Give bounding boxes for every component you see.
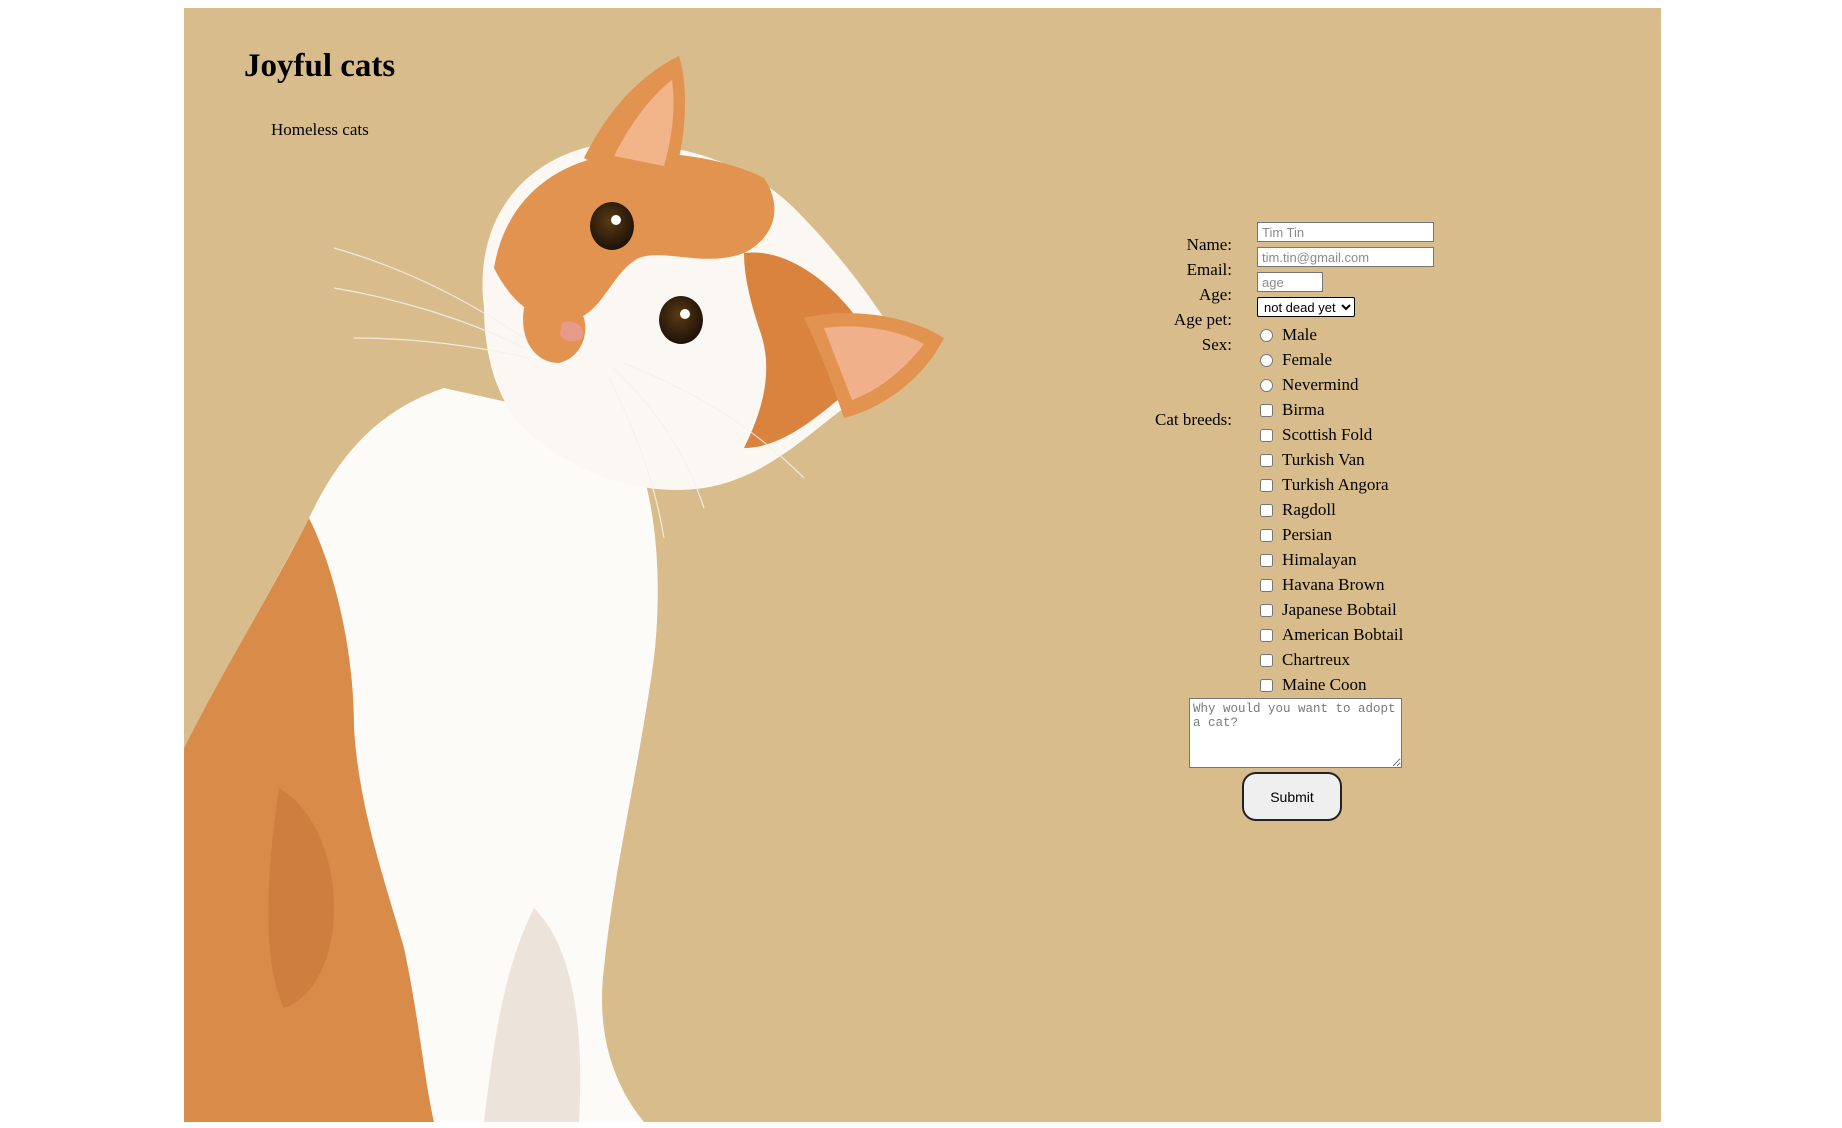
page-subtitle: Homeless cats [271, 120, 369, 139]
email-input[interactable] [1257, 247, 1434, 267]
breed-option[interactable]: American Bobtail [1260, 625, 1403, 645]
breed-checkbox[interactable] [1260, 403, 1273, 417]
breed-checkbox[interactable] [1260, 578, 1273, 592]
email-label: Email: [1186, 260, 1232, 279]
age-label: Age: [1198, 285, 1232, 304]
breed-option[interactable]: Maine Coon [1260, 675, 1367, 695]
why-adopt-textarea[interactable] [1189, 698, 1402, 768]
breed-label: Chartreux [1282, 650, 1350, 669]
submit-button[interactable]: Submit [1242, 772, 1342, 821]
breed-label: Birma [1282, 400, 1325, 419]
breed-option[interactable]: Himalayan [1260, 550, 1357, 570]
cat-breeds-label: Cat breeds: [1155, 410, 1232, 429]
breed-checkbox[interactable] [1260, 428, 1273, 442]
sex-radio-nevermind[interactable] [1260, 378, 1273, 392]
breed-checkbox[interactable] [1260, 653, 1273, 667]
breed-option[interactable]: Chartreux [1260, 650, 1350, 670]
sex-radio-female[interactable] [1260, 353, 1273, 367]
age-pet-select[interactable]: not dead yet [1257, 297, 1355, 317]
breed-label: Turkish Angora [1282, 475, 1389, 494]
breed-option[interactable]: Scottish Fold [1260, 425, 1372, 445]
breed-label: Himalayan [1282, 550, 1357, 569]
name-input[interactable] [1257, 222, 1434, 242]
breed-label: Persian [1282, 525, 1333, 544]
breed-label: American Bobtail [1282, 625, 1404, 644]
breed-label: Havana Brown [1282, 575, 1385, 594]
breed-label: Turkish Van [1282, 450, 1365, 469]
breed-checkbox[interactable] [1260, 553, 1273, 567]
breed-label: Japanese Bobtail [1282, 600, 1397, 619]
age-pet-label: Age pet: [1173, 310, 1232, 329]
breed-checkbox[interactable] [1260, 678, 1273, 692]
sex-label: Sex: [1201, 335, 1232, 354]
cat-photo-icon [184, 56, 944, 1122]
breed-option[interactable]: Birma [1260, 400, 1325, 420]
age-input[interactable] [1257, 272, 1323, 292]
breed-checkbox[interactable] [1260, 503, 1273, 517]
breed-option[interactable]: Turkish Angora [1260, 475, 1389, 495]
breed-option[interactable]: Turkish Van [1260, 450, 1365, 470]
breed-checkbox[interactable] [1260, 528, 1273, 542]
sex-option-label: Male [1282, 325, 1317, 344]
name-label: Name: [1186, 235, 1232, 254]
breed-option[interactable]: Japanese Bobtail [1260, 600, 1397, 620]
breed-option[interactable]: Ragdoll [1260, 500, 1336, 520]
breed-option[interactable]: Persian [1260, 525, 1332, 545]
breed-checkbox[interactable] [1260, 478, 1273, 492]
breed-checkbox[interactable] [1260, 628, 1273, 642]
breed-label: Ragdoll [1282, 500, 1336, 519]
sex-radio-male[interactable] [1260, 328, 1273, 342]
breed-checkbox[interactable] [1260, 453, 1273, 467]
breed-option[interactable]: Havana Brown [1260, 575, 1384, 595]
sex-option-label: Female [1282, 350, 1333, 369]
breed-checkbox[interactable] [1260, 603, 1273, 617]
page-title: Joyful cats [244, 48, 396, 84]
breed-label: Maine Coon [1282, 675, 1367, 694]
sex-option-male[interactable]: Male [1260, 325, 1317, 345]
sex-option-nevermind[interactable]: Nevermind [1260, 375, 1358, 395]
page-panel: Joyful cats Homeless cats Name: Email: A… [184, 8, 1661, 1122]
sex-option-label: Nevermind [1282, 375, 1359, 394]
sex-option-female[interactable]: Female [1260, 350, 1332, 370]
breed-label: Scottish Fold [1282, 425, 1373, 444]
